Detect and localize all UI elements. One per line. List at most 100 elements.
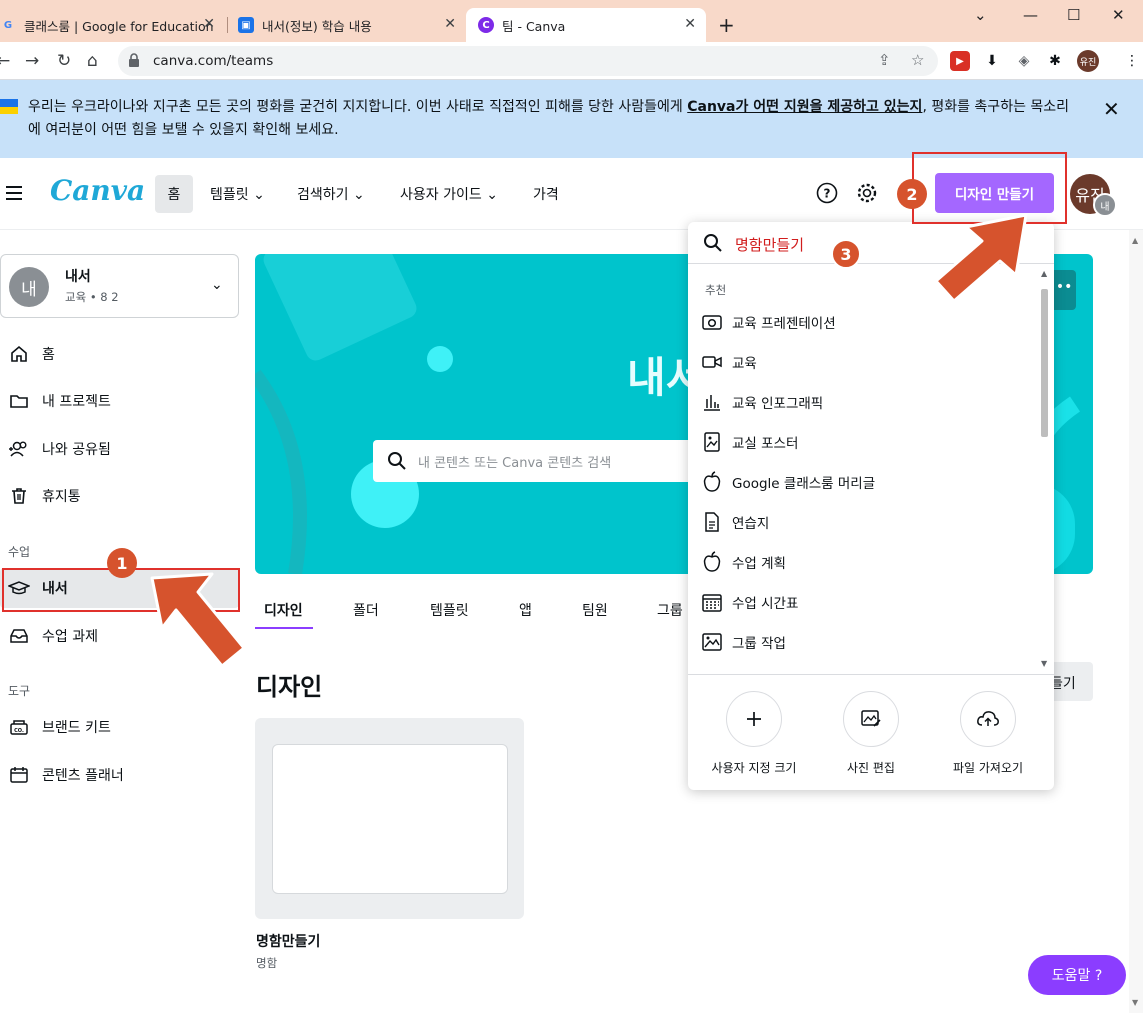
dropdown-item[interactable]: Google 클래스룸 머리글	[701, 464, 1021, 500]
sidebar-item-label: 홈	[42, 347, 55, 363]
dropdown-item[interactable]: 그룹 작업	[701, 624, 1021, 660]
sidebar-item-brand-kit[interactable]: CO. 브랜드 키트	[0, 707, 239, 747]
nav-home[interactable]: 홈	[155, 175, 193, 213]
menu-icon[interactable]	[6, 186, 22, 200]
team-name: 내서	[65, 269, 91, 285]
sidebar-item-projects[interactable]: 내 프로젝트	[0, 381, 239, 421]
upload-file-action[interactable]: 파일 가져오기	[928, 691, 1048, 776]
content-search[interactable]: 내 콘텐츠 또는 Canva 콘텐츠 검색	[373, 440, 693, 482]
help-icon[interactable]: ?	[816, 182, 838, 204]
minimize-icon[interactable]: —	[1023, 6, 1038, 24]
new-tab-icon[interactable]: +	[718, 13, 735, 37]
nav-pricing[interactable]: 가격	[533, 184, 559, 204]
close-tab-icon[interactable]: ✕	[444, 16, 456, 32]
calendar-grid-icon	[701, 591, 723, 613]
gear-icon[interactable]	[856, 182, 878, 204]
browser-toolbar: ← → ↻ ⌂ canva.com/teams ⇪ ☆ ▶ ⬇ ◈ ✱ 유진 ⋮	[0, 42, 1143, 80]
bookmark-star-icon[interactable]: ☆	[911, 51, 924, 69]
canva-logo[interactable]: Canva	[50, 174, 145, 207]
back-icon[interactable]: ←	[0, 51, 10, 71]
scrollbar-thumb[interactable]	[1041, 289, 1048, 437]
reload-icon[interactable]: ↻	[57, 51, 71, 71]
team-meta: 교육 • 8 2	[65, 290, 119, 304]
address-bar[interactable]: canva.com/teams ⇪ ☆	[118, 46, 938, 76]
step-badge-3: 3	[831, 239, 861, 269]
dropdown-scrollbar[interactable]: ▲ ▼	[1039, 269, 1048, 669]
edit-photo-action[interactable]: 사진 편집	[811, 691, 931, 776]
page-scrollbar[interactable]: ▲ ▼	[1129, 230, 1143, 1013]
sidebar-item-shared[interactable]: 나와 공유됨	[0, 429, 239, 469]
design-thumbnail[interactable]	[272, 744, 508, 894]
scroll-up-icon[interactable]: ▲	[1041, 269, 1047, 278]
bar-chart-icon	[701, 391, 723, 413]
browser-tab-lesson[interactable]: ▣ 내서(정보) 학습 내용 ✕	[228, 8, 466, 42]
inbox-icon	[8, 625, 30, 647]
close-tab-icon[interactable]: ✕	[684, 16, 696, 32]
search-input[interactable]: 명함만들기	[735, 234, 804, 255]
section-title: 디자인	[256, 673, 323, 701]
tab-members[interactable]: 팀원	[582, 600, 608, 620]
sidebar-item-planner[interactable]: 콘텐츠 플래너	[0, 755, 239, 795]
tab-groups[interactable]: 그룹	[657, 600, 683, 620]
extension-icon[interactable]: ◈	[1014, 51, 1034, 71]
profile-avatar[interactable]: 유진	[1077, 50, 1099, 72]
sidebar-group-tools: 도구	[8, 684, 31, 698]
close-tab-icon[interactable]: ✕	[203, 16, 215, 32]
poster-icon	[701, 431, 723, 453]
window-close-icon[interactable]: ✕	[1112, 6, 1125, 24]
browser-tab-classroom[interactable]: G 클래스룸 | Google for Education ✕	[0, 8, 225, 42]
dropdown-item[interactable]: 수업 시간표	[701, 584, 1021, 620]
share-icon[interactable]: ⇪	[878, 51, 891, 69]
dropdown-item[interactable]: 교육	[701, 344, 1021, 380]
scroll-up-icon[interactable]: ▲	[1132, 236, 1138, 245]
presentation-icon	[701, 311, 723, 333]
chevron-down-icon: ⌄	[211, 277, 223, 293]
nav-templates[interactable]: 템플릿 ⌄	[210, 184, 265, 204]
chevron-down-icon[interactable]: ⌄	[974, 6, 987, 24]
lock-icon	[129, 53, 139, 67]
tab-designs[interactable]: 디자인	[264, 600, 303, 620]
arrow-annotation-1	[150, 572, 246, 668]
arrow-annotation-2	[934, 213, 1028, 303]
more-menu-icon[interactable]: ⋮	[1122, 51, 1142, 71]
dropdown-item[interactable]: 교육 프레젠테이션	[701, 304, 1021, 340]
sidebar-item-label: 콘텐츠 플래너	[42, 768, 124, 784]
extension-icon[interactable]: ▶	[950, 51, 970, 71]
tab-templates[interactable]: 템플릿	[430, 600, 469, 620]
sidebar-item-label: 브랜드 키트	[42, 720, 111, 736]
tab-title: 팀 - Canva	[502, 18, 566, 34]
help-button[interactable]: 도움말 ?	[1028, 955, 1126, 995]
download-icon[interactable]: ⬇	[982, 51, 1002, 71]
brand-kit-icon: CO.	[8, 716, 30, 738]
chevron-down-icon: ⌄	[253, 187, 265, 203]
image-icon	[701, 631, 723, 653]
close-icon[interactable]: ✕	[1103, 97, 1120, 121]
forward-icon[interactable]: →	[25, 51, 39, 71]
search-placeholder: 내 콘텐츠 또는 Canva 콘텐츠 검색	[418, 456, 612, 471]
scroll-down-icon[interactable]: ▼	[1041, 659, 1047, 668]
scroll-down-icon[interactable]: ▼	[1132, 998, 1138, 1007]
nav-discover[interactable]: 검색하기 ⌄	[297, 184, 365, 204]
tab-folders[interactable]: 폴더	[353, 600, 379, 620]
custom-size-action[interactable]: 사용자 지정 크기	[694, 691, 814, 776]
sidebar-item-trash[interactable]: 휴지통	[0, 476, 239, 516]
sidebar-item-home[interactable]: 홈	[0, 334, 239, 374]
dropdown-item[interactable]: 교육 인포그래픽	[701, 384, 1021, 420]
tab-apps[interactable]: 앱	[519, 600, 532, 620]
dropdown-item[interactable]: 교실 포스터	[701, 424, 1021, 460]
dropdown-item[interactable]: 연습지	[701, 504, 1021, 540]
design-card-title[interactable]: 명함만들기	[256, 931, 320, 951]
browser-tab-bar: G 클래스룸 | Google for Education ✕ ▣ 내서(정보)…	[0, 0, 1143, 42]
browser-tab-canva[interactable]: C 팀 - Canva ✕	[466, 8, 706, 42]
puzzle-icon[interactable]: ✱	[1045, 51, 1065, 71]
url-text: canva.com/teams	[153, 53, 274, 69]
dropdown-item[interactable]: 수업 계획	[701, 544, 1021, 580]
nav-guide[interactable]: 사용자 가이드 ⌄	[400, 184, 498, 204]
sidebar-item-label: 수업 과제	[42, 629, 98, 645]
maximize-icon[interactable]: ☐	[1067, 6, 1080, 24]
canva-icon: C	[478, 17, 494, 33]
search-icon	[704, 234, 722, 252]
team-switcher[interactable]: 내 내서 교육 • 8 2 ⌄	[0, 254, 239, 318]
banner-link[interactable]: Canva가 어떤 지원을 제공하고 있는지	[687, 99, 922, 115]
home-icon[interactable]: ⌂	[87, 51, 98, 71]
